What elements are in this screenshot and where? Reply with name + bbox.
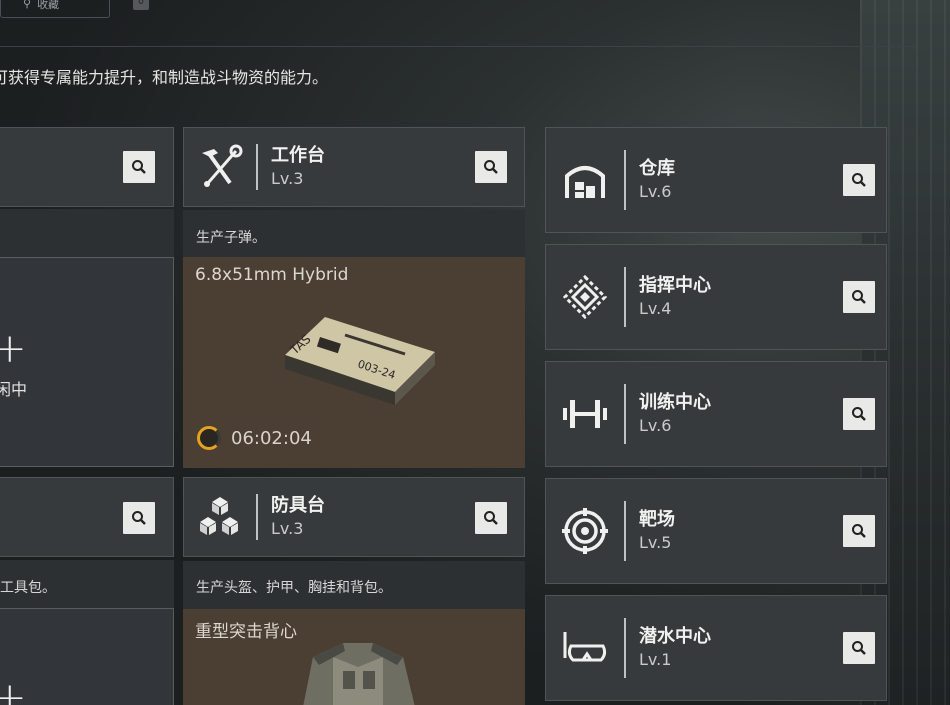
- search-button[interactable]: [843, 164, 875, 196]
- facility-card-warehouse[interactable]: 仓库 Lv.6: [545, 127, 887, 233]
- facility-level: Lv.5: [639, 533, 672, 552]
- facility-card-shooting-range[interactable]: 靶场 Lv.5: [545, 478, 887, 584]
- add-icon: +: [0, 675, 27, 705]
- training-center-icon: [546, 362, 624, 466]
- add-icon: +: [0, 326, 27, 372]
- facility-level: Lv.3: [271, 519, 304, 538]
- search-button[interactable]: [843, 515, 875, 547]
- armor-bench-desc: 生产头盔、护甲、胸挂和背包。: [196, 580, 392, 596]
- facility-level: Lv.6: [639, 182, 672, 201]
- header-divider: [0, 46, 915, 47]
- search-icon: [484, 160, 498, 174]
- favorites-count-badge: 0: [133, 0, 149, 10]
- search-icon: [852, 290, 866, 304]
- facility-level: Lv.4: [639, 299, 672, 318]
- facility-level: Lv.3: [271, 169, 304, 188]
- timer-icon: [197, 426, 221, 450]
- facility-name: 仓库: [639, 158, 675, 179]
- left-bottom-panel: 等工具包。 +: [0, 560, 174, 705]
- favorites-label: 收藏: [37, 0, 60, 11]
- facility-name: 靶场: [639, 509, 675, 530]
- facility-name: 防具台: [271, 495, 325, 516]
- left-production-panel: + 闲中: [0, 209, 174, 467]
- facility-name: 工作台: [271, 145, 325, 166]
- facility-name: 训练中心: [639, 392, 711, 413]
- search-button[interactable]: [123, 502, 155, 534]
- facility-level: Lv.1: [639, 650, 672, 669]
- idle-slot[interactable]: +: [0, 608, 174, 705]
- search-icon: [132, 511, 146, 525]
- facility-card-command-center[interactable]: 指挥中心 Lv.4: [545, 244, 887, 350]
- search-icon: [852, 524, 866, 538]
- top-bar: ⚲ 收藏 0: [0, 0, 950, 20]
- search-button[interactable]: [843, 398, 875, 430]
- ammo-box-image: TAS 003-24: [285, 317, 435, 405]
- workbench-desc: 生产子弹。: [196, 230, 266, 246]
- shooting-range-icon: [546, 479, 624, 583]
- armor-bench-icon: [184, 478, 256, 556]
- search-icon: [132, 160, 146, 174]
- idle-slot[interactable]: + 闲中: [0, 257, 174, 467]
- search-button[interactable]: [475, 151, 507, 183]
- idle-status: 闲中: [0, 380, 28, 399]
- facility-card-diving-center[interactable]: 潜水中心 Lv.1: [545, 595, 887, 701]
- facility-card-training-center[interactable]: 训练中心 Lv.6: [545, 361, 887, 467]
- product-name: 6.8x51mm Hybrid: [195, 265, 349, 285]
- search-button[interactable]: [843, 632, 875, 664]
- production-timer: 06:02:04: [197, 426, 312, 450]
- armor-bench-card[interactable]: 防具台 Lv.3: [183, 477, 525, 557]
- search-icon: [852, 173, 866, 187]
- workbench-card[interactable]: 工作台 Lv.3: [183, 127, 525, 207]
- favorites-tab[interactable]: ⚲ 收藏: [0, 0, 110, 18]
- diving-center-icon: [546, 596, 624, 700]
- search-button[interactable]: [475, 502, 507, 534]
- search-icon: [852, 407, 866, 421]
- warehouse-icon: [546, 128, 624, 232]
- page-description: 可获得专属能力提升，和制造战斗物资的能力。: [0, 68, 329, 87]
- facility-level: Lv.6: [639, 416, 672, 435]
- production-slot[interactable]: 重型突击背心: [183, 609, 525, 705]
- vest-image: [303, 643, 415, 705]
- production-slot[interactable]: 6.8x51mm Hybrid TAS 003-24 06:02:04: [183, 257, 525, 468]
- search-button[interactable]: [843, 281, 875, 313]
- facility-name: 指挥中心: [639, 275, 711, 296]
- facility-card-left-top[interactable]: [0, 127, 174, 207]
- facility-name: 潜水中心: [639, 626, 711, 647]
- search-icon: [852, 641, 866, 655]
- command-center-icon: [546, 245, 624, 349]
- favorites-icon: ⚲: [23, 0, 32, 10]
- facility-card-left-bottom[interactable]: [0, 477, 174, 557]
- workbench-icon: [184, 128, 256, 206]
- armor-production-panel: 生产头盔、护甲、胸挂和背包。 重型突击背心: [183, 561, 525, 705]
- search-icon: [484, 511, 498, 525]
- left-bottom-desc: 等工具包。: [0, 580, 56, 596]
- workbench-production-panel: 生产子弹。 6.8x51mm Hybrid TAS 003-24 06:02:0…: [183, 210, 525, 468]
- search-button[interactable]: [123, 151, 155, 183]
